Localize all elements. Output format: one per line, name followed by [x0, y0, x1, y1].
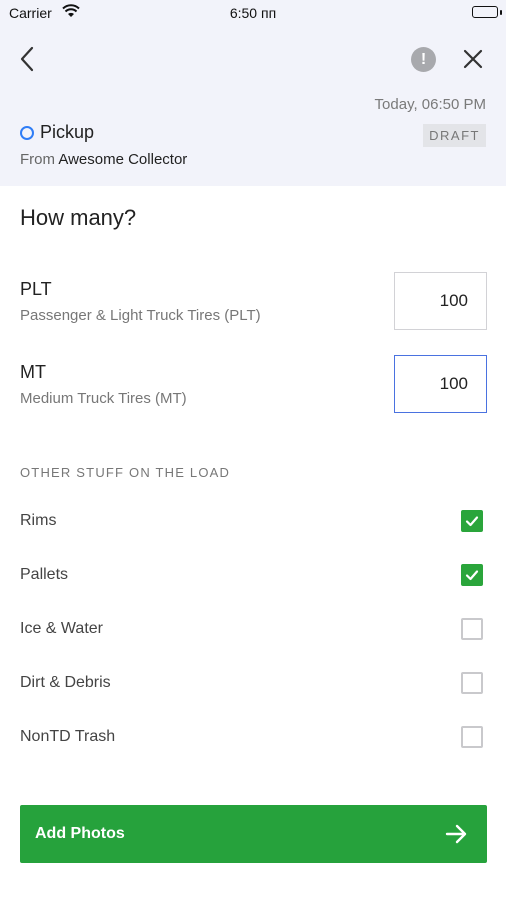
header: Carrier 6:50 пп ! Today, 06:50 PM Pickup… [0, 0, 506, 186]
checkbox-row-pallets[interactable]: Pallets [0, 556, 506, 596]
ice-water-checkbox[interactable] [461, 618, 483, 640]
ice-water-label: Ice & Water [20, 620, 103, 637]
back-button[interactable] [14, 44, 42, 74]
arrow-right-icon [445, 823, 469, 850]
mt-description: Medium Truck Tires (MT) [20, 390, 187, 407]
nontd-trash-checkbox[interactable] [461, 726, 483, 748]
section-heading: How many? [20, 205, 137, 230]
close-button[interactable] [460, 46, 486, 72]
collector-name: Awesome Collector [58, 151, 188, 168]
battery-icon [472, 6, 502, 18]
mt-title: MT [20, 362, 46, 382]
from-prefix: From [20, 151, 55, 168]
timestamp: Today, 06:50 PM [374, 96, 486, 113]
status-bar: Carrier 6:50 пп [0, 0, 506, 28]
pallets-checkbox[interactable] [461, 564, 483, 586]
checkbox-row-nontd-trash[interactable]: NonTD Trash [0, 718, 506, 758]
checkbox-row-rims[interactable]: Rims [0, 502, 506, 542]
add-photos-label: Add Photos [35, 825, 125, 842]
from-line: From Awesome Collector [20, 151, 187, 168]
pallets-label: Pallets [20, 566, 69, 583]
check-icon [465, 516, 479, 527]
ring-icon [20, 125, 34, 140]
nontd-trash-label: NonTD Trash [20, 728, 116, 745]
exclamation-icon: ! [420, 51, 427, 68]
plt-title: PLT [20, 279, 52, 299]
check-icon [465, 570, 479, 581]
clock: 6:50 пп [229, 5, 277, 21]
plt-description: Passenger & Light Truck Tires (PLT) [20, 307, 261, 324]
checkbox-row-dirt-debris[interactable]: Dirt & Debris [0, 664, 506, 704]
dirt-debris-checkbox[interactable] [461, 672, 483, 694]
pickup-label: Pickup [40, 122, 95, 142]
mt-quantity-input[interactable] [394, 355, 487, 413]
plt-quantity-input[interactable] [394, 272, 487, 330]
status-badge: DRAFT [423, 124, 486, 147]
checkbox-row-ice-water[interactable]: Ice & Water [0, 610, 506, 650]
rims-label: Rims [20, 512, 57, 529]
rims-checkbox[interactable] [461, 510, 483, 532]
pickup-type: Pickup [20, 122, 94, 143]
dirt-debris-label: Dirt & Debris [20, 674, 111, 691]
add-photos-button[interactable]: Add Photos [20, 805, 487, 863]
other-stuff-label: OTHER STUFF ON THE LOAD [20, 465, 231, 480]
alert-button[interactable]: ! [411, 47, 436, 72]
close-icon [463, 49, 483, 69]
chevron-left-icon [20, 46, 34, 72]
